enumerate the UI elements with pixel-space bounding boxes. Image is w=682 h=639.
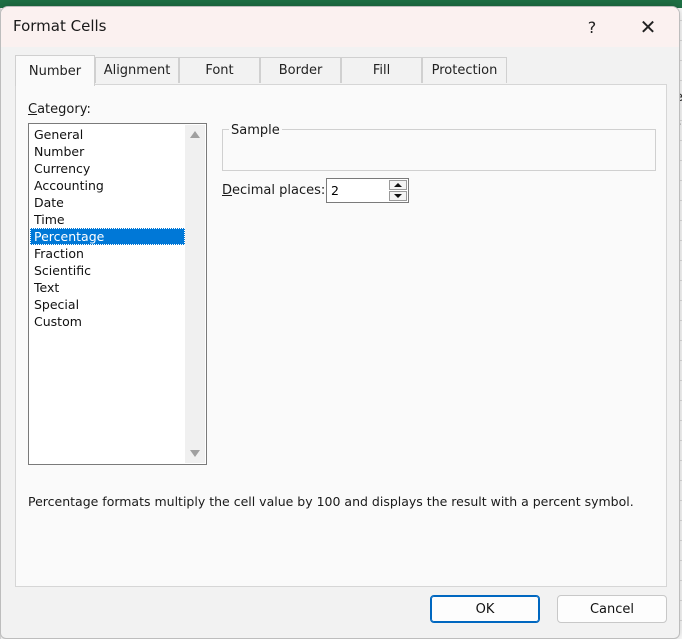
list-item[interactable]: Fraction [30, 245, 185, 262]
scroll-up-icon[interactable] [190, 131, 200, 138]
tab-font[interactable]: Font [179, 57, 260, 83]
list-item[interactable]: Text [30, 279, 185, 296]
list-item[interactable]: Currency [30, 160, 185, 177]
format-description: Percentage formats multiply the cell val… [28, 494, 634, 509]
sample-legend: Sample [229, 123, 282, 138]
list-item[interactable]: Number [30, 143, 185, 160]
category-listbox[interactable]: General Number Currency Accounting Date … [28, 123, 207, 465]
decimal-places-label: Decimal places: [222, 183, 325, 198]
help-button[interactable]: ? [569, 11, 615, 43]
decimal-accelerator: D [222, 183, 233, 198]
spin-up-button[interactable] [389, 180, 407, 190]
spin-down-button[interactable] [389, 191, 407, 201]
format-cells-dialog: Format Cells ? ✕ Number Alignment Font B… [0, 6, 680, 639]
help-icon: ? [587, 17, 597, 37]
title-bar[interactable]: Format Cells ? ✕ [1, 7, 679, 47]
category-accelerator: C [28, 102, 38, 117]
dialog-title: Format Cells [13, 17, 107, 35]
list-item[interactable]: Custom [30, 313, 185, 330]
tab-protection[interactable]: Protection [422, 57, 507, 83]
list-item[interactable]: Special [30, 296, 185, 313]
decimal-places-input[interactable] [327, 179, 395, 202]
tab-strip: Number Alignment Font Border Fill Protec… [15, 55, 675, 86]
list-item[interactable]: Time [30, 211, 185, 228]
list-item[interactable]: Scientific [30, 262, 185, 279]
scroll-down-icon[interactable] [190, 450, 200, 457]
category-label: Category: [28, 102, 91, 117]
sample-group: Sample [222, 123, 656, 171]
close-icon: ✕ [639, 15, 657, 39]
tab-fill[interactable]: Fill [341, 57, 422, 83]
list-item-selected[interactable]: Percentage [30, 228, 185, 245]
decimal-places-spinner[interactable] [326, 178, 409, 203]
ok-button[interactable]: OK [430, 595, 540, 623]
arrow-down-icon [394, 194, 402, 198]
decimal-label-text: ecimal places: [232, 183, 326, 198]
list-item[interactable]: Date [30, 194, 185, 211]
category-list: General Number Currency Accounting Date … [30, 126, 185, 330]
number-tab-panel: Category: General Number Currency Accoun… [15, 84, 667, 587]
tab-alignment[interactable]: Alignment [95, 57, 179, 83]
tab-number[interactable]: Number [15, 55, 95, 86]
tab-border[interactable]: Border [260, 57, 341, 83]
category-label-text: ategory: [37, 102, 91, 117]
list-item[interactable]: General [30, 126, 185, 143]
close-button[interactable]: ✕ [625, 11, 671, 43]
list-item[interactable]: Accounting [30, 177, 185, 194]
cancel-button[interactable]: Cancel [557, 595, 667, 623]
arrow-up-icon [394, 183, 402, 187]
category-scrollbar[interactable] [185, 125, 205, 463]
